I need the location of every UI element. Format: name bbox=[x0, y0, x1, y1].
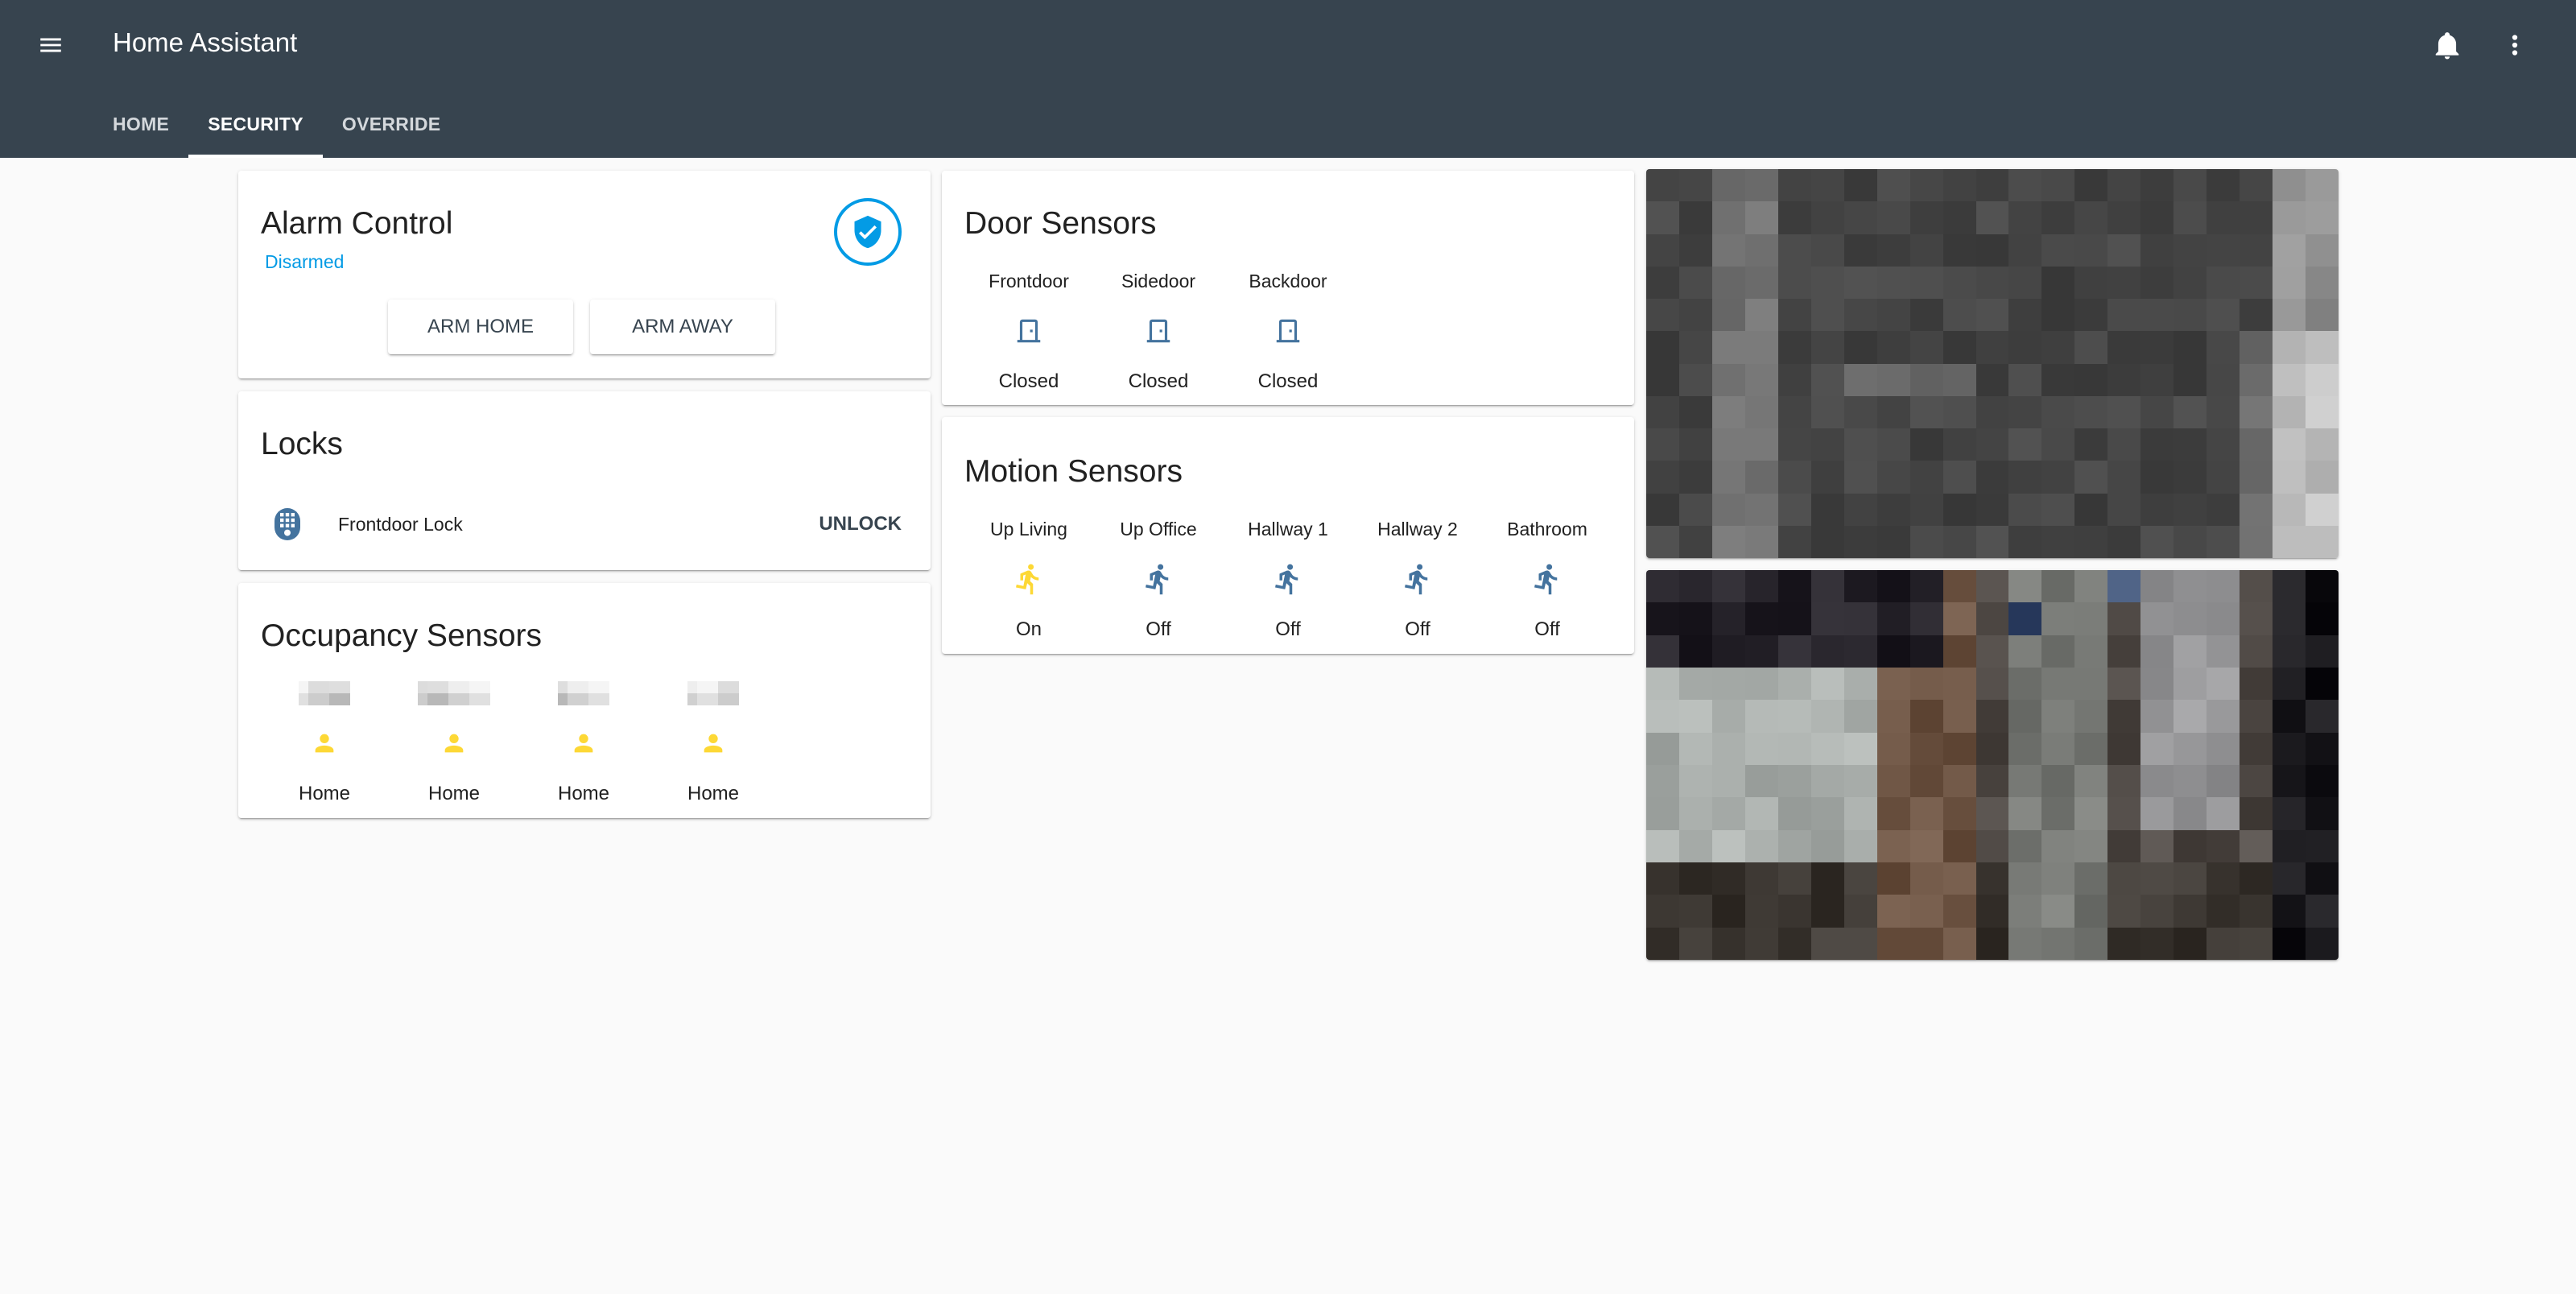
app-header: Home Assistant HOME SECURITY OVERRIDE bbox=[0, 0, 2576, 158]
run-icon bbox=[1224, 559, 1352, 599]
card-title: Motion Sensors bbox=[964, 454, 1183, 489]
card-title: Alarm Control bbox=[261, 206, 453, 241]
entity-state: Off bbox=[1146, 618, 1171, 640]
redacted-name bbox=[649, 681, 778, 705]
entity-state: Off bbox=[1275, 618, 1301, 640]
tab-override[interactable]: OVERRIDE bbox=[323, 90, 460, 158]
entity-name: Hallway 2 bbox=[1377, 519, 1458, 540]
entity-state: Off bbox=[1405, 618, 1430, 640]
entity-item[interactable]: Up Office Off bbox=[1094, 517, 1223, 641]
camera-image bbox=[1646, 570, 2339, 960]
notifications-button[interactable] bbox=[2426, 24, 2468, 66]
arm-home-button[interactable]: ARM HOME bbox=[388, 300, 573, 354]
dots-vertical-icon bbox=[2512, 35, 2518, 56]
run-icon bbox=[1483, 559, 1612, 599]
entity-state: Home bbox=[298, 783, 351, 804]
entity-item[interactable]: Home bbox=[649, 681, 778, 805]
card-title: Locks bbox=[261, 427, 343, 461]
redacted-name bbox=[519, 681, 648, 705]
entity-state: Closed bbox=[1128, 370, 1189, 392]
entity-item[interactable]: Home bbox=[519, 681, 648, 805]
door-sensors-card: Door Sensors Frontdoor Closed Sidedoor Clos… bbox=[942, 171, 1634, 405]
entity-state: Home bbox=[557, 783, 610, 804]
entity-item[interactable]: Bathroom Off bbox=[1483, 517, 1612, 641]
entity-state: Home bbox=[687, 783, 740, 804]
door-closed-icon bbox=[964, 311, 1093, 351]
lock-name[interactable]: Frontdoor Lock bbox=[338, 514, 463, 535]
card-title: Occupancy Sensors bbox=[261, 618, 543, 653]
redacted-name bbox=[260, 681, 389, 705]
alarm-control-card: Alarm Control Disarmed ARM HOME ARM AWAY bbox=[238, 171, 931, 378]
view-tabs: HOME SECURITY OVERRIDE bbox=[93, 90, 460, 158]
unlock-button[interactable]: UNLOCK bbox=[812, 504, 908, 544]
entity-item[interactable]: Up Living On bbox=[964, 517, 1093, 641]
redacted-name bbox=[390, 681, 518, 705]
alarm-state: Disarmed bbox=[265, 251, 345, 272]
entity-item[interactable]: Backdoor Closed bbox=[1224, 269, 1352, 393]
entity-item[interactable]: Hallway 1 Off bbox=[1224, 517, 1352, 641]
entity-name: Bathroom bbox=[1507, 519, 1587, 540]
entity-item[interactable]: Frontdoor Closed bbox=[964, 269, 1093, 393]
entity-name: Up Office bbox=[1120, 519, 1197, 540]
tab-security[interactable]: SECURITY bbox=[188, 90, 323, 158]
account-icon bbox=[519, 723, 648, 763]
entity-state: On bbox=[1015, 618, 1042, 640]
door-closed-icon bbox=[1094, 311, 1223, 351]
motion-sensors-card: Motion Sensors Up Living On Up Office Off Ha… bbox=[942, 417, 1634, 654]
entity-name: Sidedoor bbox=[1121, 271, 1196, 291]
entity-state: Off bbox=[1534, 618, 1560, 640]
card-title: Door Sensors bbox=[964, 206, 1157, 241]
alarm-status-badge[interactable] bbox=[834, 198, 902, 266]
door-closed-icon bbox=[1224, 311, 1352, 351]
account-icon bbox=[649, 723, 778, 763]
entity-name: Backdoor bbox=[1249, 271, 1327, 291]
arm-away-button[interactable]: ARM AWAY bbox=[590, 300, 775, 354]
entity-state: Closed bbox=[1257, 370, 1319, 392]
run-icon bbox=[1353, 559, 1482, 599]
camera-image bbox=[1646, 169, 2339, 558]
entity-name: Hallway 1 bbox=[1248, 519, 1328, 540]
account-icon bbox=[260, 723, 389, 763]
tab-home[interactable]: HOME bbox=[93, 90, 188, 158]
entity-name: Frontdoor bbox=[989, 271, 1069, 291]
app-title: Home Assistant bbox=[113, 27, 298, 57]
account-icon bbox=[390, 723, 518, 763]
bell-icon bbox=[2435, 32, 2459, 60]
entity-state: Closed bbox=[998, 370, 1059, 392]
menu-button[interactable] bbox=[31, 25, 71, 65]
run-icon bbox=[1094, 559, 1223, 599]
locks-card: Locks Frontdoor Lock UNLOCK bbox=[238, 391, 931, 570]
occupancy-sensors-card: Occupancy Sensors Home Home Home Home bbox=[238, 583, 931, 818]
shield-check-icon bbox=[854, 215, 881, 249]
lock-keypad-icon[interactable] bbox=[274, 508, 301, 540]
camera-feed-1[interactable] bbox=[1646, 169, 2339, 558]
hamburger-menu-icon bbox=[40, 38, 61, 52]
entity-item[interactable]: Hallway 2 Off bbox=[1353, 517, 1482, 641]
camera-feed-2[interactable] bbox=[1646, 570, 2339, 960]
entity-state: Home bbox=[427, 783, 481, 804]
entity-item[interactable]: Home bbox=[390, 681, 518, 805]
entity-item[interactable]: Home bbox=[260, 681, 389, 805]
run-icon bbox=[964, 559, 1093, 599]
lock-row: Frontdoor Lock UNLOCK bbox=[238, 496, 931, 552]
entity-name: Up Living bbox=[990, 519, 1067, 540]
entity-item[interactable]: Sidedoor Closed bbox=[1094, 269, 1223, 393]
more-options-button[interactable] bbox=[2494, 24, 2536, 66]
